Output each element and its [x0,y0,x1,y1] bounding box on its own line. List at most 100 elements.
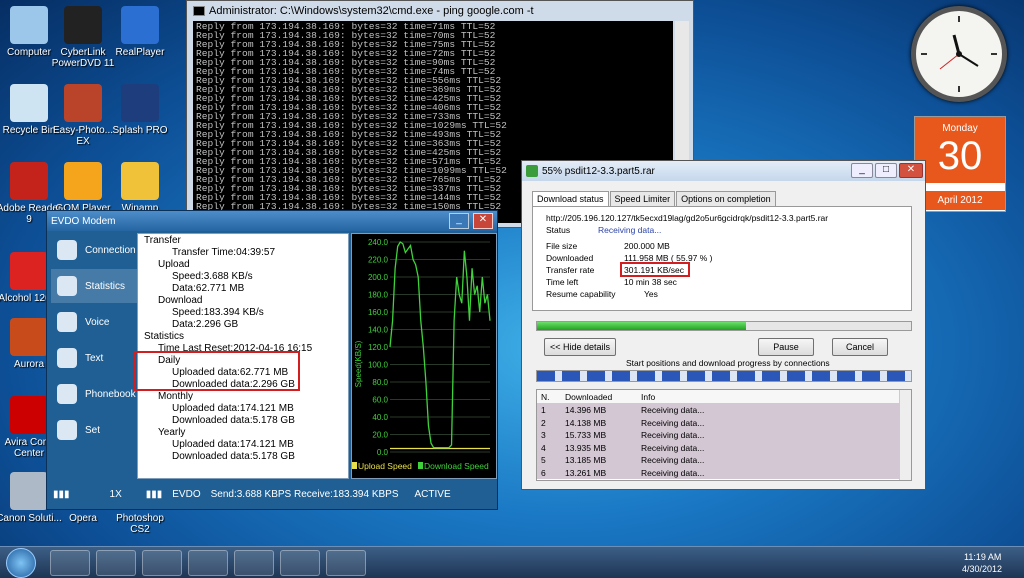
tree-node[interactable]: Speed:3.688 KB/s [140,271,346,283]
y-tick-label: 200.0 [368,273,389,282]
nav-item-statistics[interactable]: Statistics [51,269,137,303]
voice-icon [57,312,77,332]
tree-node[interactable]: Upload [140,259,346,271]
tree-node[interactable]: Statistics [140,331,346,343]
cell-info: Receiving data... [641,417,705,428]
desktop-icon[interactable]: Winamp [105,162,175,214]
close-button[interactable]: ✕ [899,163,923,178]
tree-node[interactable]: Yearly [140,427,346,439]
table-row[interactable]: 5 13.185 MB Receiving data... [537,454,911,467]
winamp-icon [121,162,159,200]
cell-info: Receiving data... [641,405,705,416]
tree-node[interactable]: Uploaded data:174.121 MB [140,403,346,415]
download-manager-icon[interactable] [280,550,320,576]
nav-item-text[interactable]: Text [51,341,137,375]
nav-item-phonebook[interactable]: Phonebook [51,377,137,411]
nav-item-label: Phonebook [85,388,136,400]
tree-node[interactable]: Uploaded data:174.121 MB [140,439,346,451]
download-title: 55% psdit12-3.3.part5.rar [542,165,655,177]
minimize-button[interactable]: _ [851,163,873,178]
table-row[interactable]: 1 14.396 MB Receiving data... [537,404,911,417]
tab-speed-limiter[interactable]: Speed Limiter [609,191,676,206]
aurora-taskbar-icon[interactable] [142,550,182,576]
taskbar: 11:19 AM 4/30/2012 [0,546,1024,578]
tree-node[interactable]: Downloaded data:5.178 GB [140,451,346,463]
cell-info: Receiving data... [641,430,705,441]
cell-info: Receiving data... [641,455,705,466]
y-tick-label: 240.0 [368,238,389,247]
connections-table[interactable]: N. Downloaded Info 1 14.396 MB Receiving d… [536,389,912,481]
paint-icon[interactable] [326,550,366,576]
tab-options-on-completion[interactable]: Options on completion [676,191,776,206]
firefox-icon[interactable] [234,550,274,576]
y-tick-label: 220.0 [368,256,389,265]
desktop-icon[interactable]: RealPlayer [105,6,175,58]
recycle-bin-icon [10,84,48,122]
hide-details-button[interactable]: << Hide details [544,338,616,356]
time-left-label: Time left [546,277,579,287]
cell-dl: 13.261 MB [565,467,607,478]
cancel-button[interactable]: Cancel [832,338,888,356]
nav-item-label: Text [85,352,104,364]
table-row[interactable]: 2 14.138 MB Receiving data... [537,416,911,429]
y-tick-label: 40.0 [372,413,388,422]
calendar-date: 30 [937,134,983,178]
media-player-icon[interactable] [96,550,136,576]
maximize-button[interactable]: □ [875,163,897,178]
tree-node[interactable]: Downloaded data:5.178 GB [140,415,346,427]
desktop-icon[interactable]: Splash PRO [105,84,175,136]
tree-node[interactable]: Transfer Time:04:39:57 [140,247,346,259]
tray-date[interactable]: 4/30/2012 [962,564,1002,574]
y-tick-label: 140.0 [368,326,389,335]
table-row[interactable]: 4 13.935 MB Receiving data... [537,441,911,454]
cell-info: Receiving data... [641,442,705,453]
evdo-titlebar[interactable]: EVDO Modem _ ✕ [47,211,497,231]
y-tick-label: 60.0 [372,396,388,405]
nav-item-set[interactable]: Set [51,413,137,447]
tray-time[interactable]: 11:19 AM [964,552,1001,562]
minimize-button[interactable]: _ [449,213,469,229]
connection-state: ACTIVE [414,488,451,500]
tree-node[interactable]: Monthly [140,391,346,403]
speed-chart: Speed(KB/S) 240.0 220.0 200.0 180.0 160.0 140.… [351,233,497,479]
start-button[interactable] [6,548,36,578]
cell-dl: 14.396 MB [565,405,607,416]
table-row[interactable]: 3 15.733 MB Receiving data... [537,429,911,442]
connection-icon [57,240,77,260]
table-scrollbar[interactable] [899,390,911,480]
evdo-title: EVDO Modem [51,215,116,227]
legend-swatch [418,462,423,469]
y-tick-label: 120.0 [368,343,389,352]
resume-value: Yes [644,289,658,299]
y-tick-label: 160.0 [368,308,389,317]
nav-item-label: Connection [85,244,136,256]
powerdvd-icon [64,6,102,44]
calendar-month: April 2012 [915,191,1005,210]
cmd-taskbar-icon[interactable] [188,550,228,576]
pause-button[interactable]: Pause [758,338,814,356]
cell-n: 1 [541,405,546,416]
nav-item-connection[interactable]: Connection [51,233,137,267]
explorer-icon[interactable] [50,550,90,576]
tree-node[interactable]: Transfer [140,235,346,247]
cell-n: 5 [541,455,546,466]
download-app-icon [526,165,538,177]
download-titlebar[interactable]: 55% psdit12-3.3.part5.rar _ □ ✕ [522,161,925,181]
download-window[interactable]: 55% psdit12-3.3.part5.rar _ □ ✕ Download… [521,160,926,490]
tab-download-status[interactable]: Download status [532,191,609,206]
table-row[interactable]: 6 13.261 MB Receiving data... [537,466,911,479]
tree-node[interactable]: Data:62.771 MB [140,283,346,295]
set-icon [57,420,77,440]
tree-node[interactable]: Download [140,295,346,307]
aurora-icon [10,318,48,356]
cmd-titlebar[interactable]: Administrator: C:\Windows\system32\cmd.e… [187,1,693,21]
tree-node[interactable]: Speed:183.394 KB/s [140,307,346,319]
download-url: http://205.196.120.127/tk5ecxd19lag/gd2o… [546,213,829,223]
close-button[interactable]: ✕ [473,213,493,229]
y-tick-label: 80.0 [372,378,388,387]
canon-icon [10,472,48,510]
nav-item-voice[interactable]: Voice [51,305,137,339]
file-size-value: 200.000 MB [624,241,670,251]
tree-node[interactable]: Data:2.296 GB [140,319,346,331]
avira-icon [10,396,48,434]
